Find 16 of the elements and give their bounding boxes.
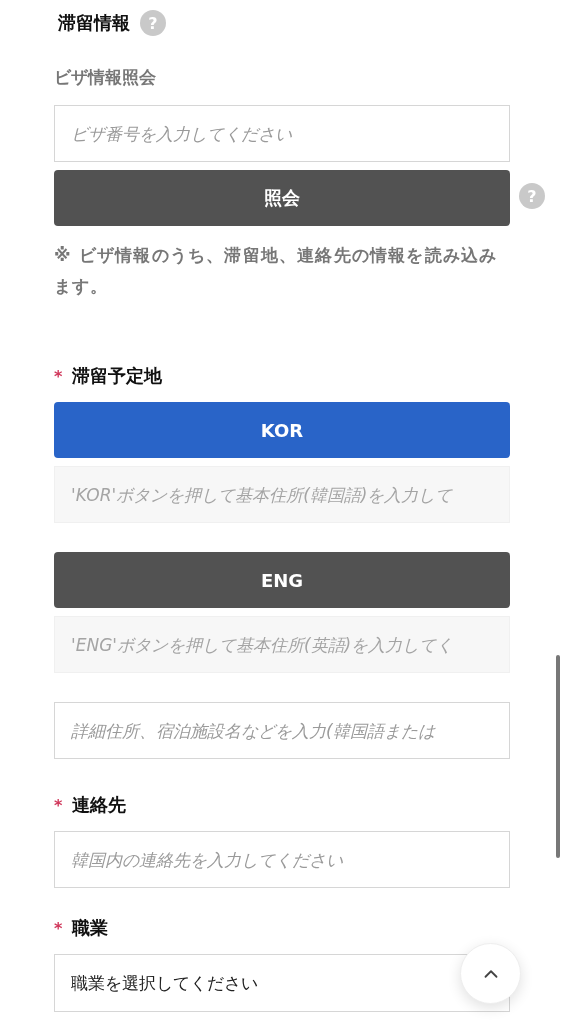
subsection-label: ビザ情報照会 (54, 66, 157, 89)
field-label: 連絡先 (72, 793, 127, 817)
note-text: ※ ビザ情報のうち、滞留地、連絡先の情報を読み込みます。 (54, 244, 499, 298)
required-mark: * (54, 795, 63, 815)
detail-address-field[interactable]: 詳細住所、宿泊施設名などを入力(韓国語または (54, 702, 510, 759)
section-title: 滞留情報 (58, 11, 130, 35)
field-label: 職業 (72, 916, 109, 940)
required-mark: * (54, 366, 63, 386)
contact-field[interactable]: 韓国内の連絡先を入力してください (54, 831, 510, 888)
lookup-button[interactable]: 照会 (54, 170, 510, 226)
field-label: 滞留予定地 (72, 364, 163, 388)
scrollbar[interactable] (556, 655, 560, 858)
language-button[interactable]: KOR (54, 402, 510, 458)
visa-number-field[interactable]: ビザ番号を入力してください (54, 105, 510, 162)
required-mark: * (54, 918, 63, 938)
language-button[interactable]: ENG (54, 552, 510, 608)
